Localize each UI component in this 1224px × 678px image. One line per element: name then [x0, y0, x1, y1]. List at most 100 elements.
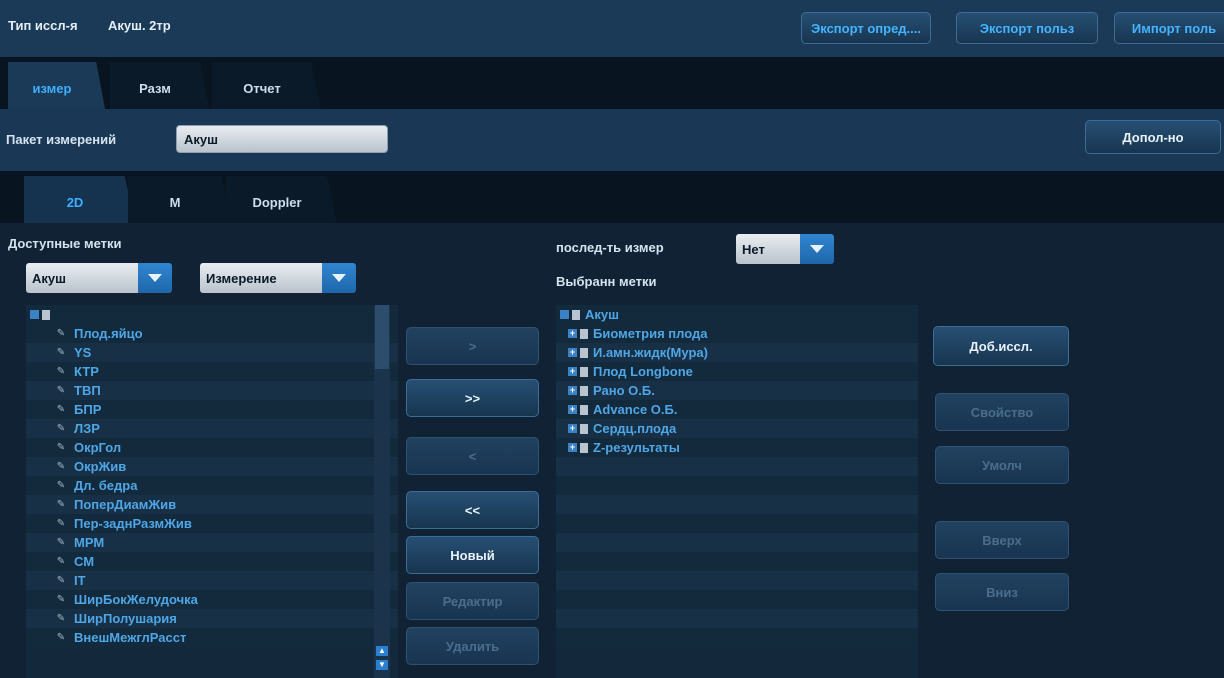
category-dropdown[interactable]: Акуш [26, 263, 172, 293]
expand-icon[interactable]: + [568, 443, 577, 452]
additional-button[interactable]: Допол-но [1085, 120, 1221, 154]
list-item-label: Плод.яйцо [74, 326, 143, 341]
default-button[interactable]: Умолч [935, 446, 1069, 484]
list-item[interactable]: ✎ ШирБокЖелудочка [26, 590, 398, 609]
export-user-button[interactable]: Экспорт польз [956, 12, 1098, 44]
book-icon [42, 309, 50, 320]
empty-row [556, 514, 918, 533]
list-item[interactable]: ✎ ВнешМежглРасст [26, 628, 398, 647]
sequence-dropdown[interactable]: Нет [736, 234, 834, 264]
expand-icon[interactable]: + [568, 405, 577, 414]
folder-icon [580, 328, 588, 339]
chevron-down-icon [322, 263, 356, 293]
list-item[interactable]: ✎ КТР [26, 362, 398, 381]
list-item[interactable]: + И.амн.жидк(Мура) [556, 343, 918, 362]
property-button[interactable]: Свойство [935, 393, 1069, 431]
collapse-icon[interactable] [560, 310, 569, 319]
expand-icon[interactable]: + [568, 329, 577, 338]
list-item-label: Плод Longbone [593, 364, 693, 379]
tab-doppler[interactable]: Doppler [226, 176, 338, 228]
package-field[interactable]: Акуш [176, 125, 388, 153]
selected-labels-list[interactable]: Акуш + Биометрия плода + И.амн.жидк(Мура) + П… [556, 305, 918, 678]
list-item[interactable]: + Биометрия плода [556, 324, 918, 343]
tab-measure[interactable]: измер [8, 62, 106, 114]
list-item[interactable]: ✎ ОкрЖив [26, 457, 398, 476]
collapse-icon[interactable] [30, 310, 39, 319]
list-item[interactable]: + Advance О.Б. [556, 400, 918, 419]
caliper-icon: ✎ [56, 461, 66, 472]
list-item[interactable]: ✎ ЛЗР [26, 419, 398, 438]
mode-tab-strip: 2D M Doppler [0, 171, 1224, 228]
caliper-icon: ✎ [56, 594, 66, 605]
caliper-icon: ✎ [56, 537, 66, 548]
new-button[interactable]: Новый [406, 536, 539, 574]
caliper-icon: ✎ [56, 385, 66, 396]
expand-icon[interactable]: + [568, 348, 577, 357]
import-user-button[interactable]: Импорт поль [1114, 12, 1224, 44]
list-item[interactable]: ✎ МРМ [26, 533, 398, 552]
move-down-button[interactable]: Вниз [935, 573, 1069, 611]
remove-all-button[interactable]: << [406, 491, 539, 529]
list-item-label: IT [74, 573, 86, 588]
export-definition-button[interactable]: Экспорт опред.... [801, 12, 931, 44]
caliper-icon: ✎ [56, 480, 66, 491]
move-up-button[interactable]: Вверх [935, 521, 1069, 559]
tree-root[interactable] [26, 305, 398, 324]
empty-row [556, 533, 918, 552]
available-list-scrollbar[interactable]: ▲ ▼ [374, 305, 390, 678]
list-item-label: Пер-заднРазмЖив [74, 516, 192, 531]
list-item[interactable]: + Рано О.Б. [556, 381, 918, 400]
available-labels-title: Доступные метки [8, 236, 122, 251]
list-item[interactable]: ✎ ТВП [26, 381, 398, 400]
caliper-icon: ✎ [56, 613, 66, 624]
expand-icon[interactable]: + [568, 424, 577, 433]
tab-size[interactable]: Разм [110, 62, 210, 114]
empty-row [556, 495, 918, 514]
type-dropdown-value: Измерение [200, 263, 322, 293]
expand-icon[interactable]: + [568, 386, 577, 395]
list-item[interactable]: ✎ IT [26, 571, 398, 590]
edit-button[interactable]: Редактир [406, 582, 539, 620]
tab-report[interactable]: Отчет [212, 62, 322, 114]
tab-m[interactable]: M [128, 176, 232, 228]
scroll-down-icon[interactable]: ▼ [376, 660, 388, 670]
folder-icon [580, 385, 588, 396]
list-item[interactable]: ✎ Плод.яйцо [26, 324, 398, 343]
add-exam-button[interactable]: Доб.иссл. [933, 326, 1069, 366]
add-selected-button[interactable]: > [406, 327, 539, 365]
caliper-icon: ✎ [56, 423, 66, 434]
list-item[interactable]: + Z-результаты [556, 438, 918, 457]
folder-icon [580, 423, 588, 434]
expand-icon[interactable]: + [568, 367, 577, 376]
list-item-label: ВнешМежглРасст [74, 630, 187, 645]
list-item-label: ЛЗР [74, 421, 100, 436]
scroll-up-icon[interactable]: ▲ [376, 646, 388, 656]
caliper-icon: ✎ [56, 347, 66, 358]
add-all-button[interactable]: >> [406, 379, 539, 417]
list-item-label: Биометрия плода [593, 326, 708, 341]
list-item[interactable]: ✎ Дл. бедра [26, 476, 398, 495]
list-item[interactable]: ✎ Пер-заднРазмЖив [26, 514, 398, 533]
list-item[interactable]: ✎ БПР [26, 400, 398, 419]
list-item[interactable]: + Плод Longbone [556, 362, 918, 381]
type-dropdown[interactable]: Измерение [200, 263, 356, 293]
tab-2d[interactable]: 2D [24, 176, 136, 228]
list-item[interactable]: ✎ YS [26, 343, 398, 362]
scrollbar-thumb[interactable] [375, 305, 389, 369]
folder-icon [580, 404, 588, 415]
list-item-label: ШирБокЖелудочка [74, 592, 198, 607]
delete-button[interactable]: Удалить [406, 627, 539, 665]
list-item[interactable]: ✎ СМ [26, 552, 398, 571]
remove-selected-button[interactable]: < [406, 437, 539, 475]
tree-root[interactable]: Акуш [556, 305, 918, 324]
available-labels-list[interactable]: ✎ Плод.яйцо ✎ YS ✎ КТР ✎ ТВП ✎ БПР ✎ ЛЗР ✎ ОкрГол ✎ Окр… [26, 305, 398, 678]
selected-labels-title: Выбранн метки [556, 274, 657, 289]
list-item[interactable]: ✎ ПоперДиамЖив [26, 495, 398, 514]
list-item-label: ОкрГол [74, 440, 122, 455]
list-item[interactable]: + Сердц.плода [556, 419, 918, 438]
empty-row [556, 609, 918, 628]
book-icon [572, 309, 580, 320]
chevron-down-icon [138, 263, 172, 293]
list-item[interactable]: ✎ ШирПолушария [26, 609, 398, 628]
list-item[interactable]: ✎ ОкрГол [26, 438, 398, 457]
